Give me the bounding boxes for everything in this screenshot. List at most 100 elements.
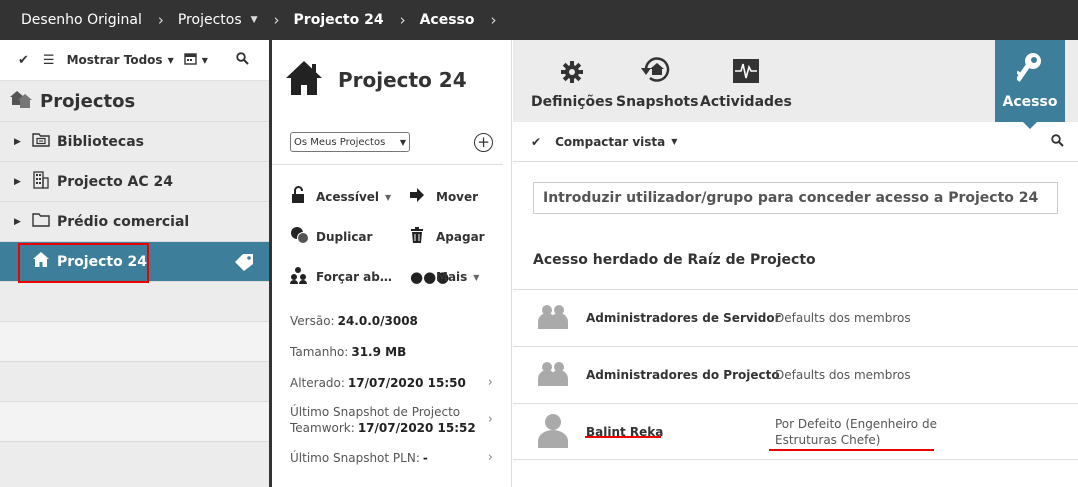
delete-button[interactable]: Apagar	[410, 217, 520, 257]
user-name-underline	[585, 436, 661, 438]
access-row-name: Administradores do Projecto	[586, 368, 780, 382]
user-role-underline	[769, 449, 934, 451]
activities-tab[interactable]: Actividades	[700, 40, 792, 122]
tree-item-label: Bibliotecas	[57, 133, 144, 150]
caret-down-icon: ▼	[671, 137, 678, 146]
caret-down-icon: ▼	[385, 192, 392, 202]
access-row-role[interactable]: Defaults dos membros	[775, 310, 911, 326]
access-row[interactable]: Balint Reka Por Defeito (Engenheiro de E…	[513, 403, 1078, 460]
add-button[interactable]: +	[474, 132, 493, 152]
info-last-pln-snapshot[interactable]: Último Snapshot PLN: - ›	[290, 442, 511, 473]
unlock-icon	[290, 186, 316, 208]
tree-empty-row	[0, 321, 269, 361]
projects-icon	[8, 88, 40, 115]
tree-title: Projectos	[0, 81, 269, 121]
chevron-right-icon: ›	[490, 11, 497, 29]
project-details-panel: Projecto 24 Os Meus Projectos ▼ + Acessí…	[272, 40, 512, 487]
group-icon	[537, 360, 569, 390]
tag-icon[interactable]	[234, 253, 261, 275]
breadcrumb-item-projectos[interactable]: Projectos	[178, 12, 242, 28]
expand-arrow-icon[interactable]: ▶	[14, 137, 32, 147]
tree-item-projecto-24[interactable]: Projecto 24	[0, 241, 269, 283]
caret-down-icon: ▼	[167, 55, 174, 65]
project-title: Projecto 24	[338, 68, 467, 92]
duplicate-icon	[290, 226, 316, 248]
tree-item-label: Projecto AC 24	[57, 173, 174, 190]
list-icon[interactable]: ☰	[43, 53, 55, 68]
chevron-right-icon: ›	[487, 450, 493, 465]
breadcrumb-item-access[interactable]: Acesso	[420, 12, 475, 28]
access-panel: Definições Snapshots Actividades Acesso …	[513, 40, 1078, 487]
caret-down-icon[interactable]: ▼	[251, 15, 258, 25]
force-open-button[interactable]: Forçar ab…	[290, 257, 410, 297]
info-changed[interactable]: Alterado: 17/07/2020 15:50 ›	[290, 367, 511, 398]
tree-empty-row	[0, 281, 269, 321]
tree-empty-row	[0, 401, 269, 441]
grant-access-input[interactable]: Introduzir utilizador/grupo para concede…	[533, 182, 1058, 214]
house-icon	[284, 58, 324, 102]
arrow-right-icon	[410, 188, 436, 206]
tree-item-label: Prédio comercial	[57, 213, 190, 230]
project-header: Projecto 24	[272, 40, 511, 120]
chevron-right-icon: ›	[273, 11, 280, 29]
tree-item-predio-comercial[interactable]: ▶ Prédio comercial	[0, 201, 269, 241]
breadcrumb-item-original[interactable]: Desenho Original	[21, 12, 142, 28]
access-row[interactable]: Administradores de Servidor Defaults dos…	[513, 289, 1078, 346]
group-icon	[537, 303, 569, 333]
tree-item-bibliotecas[interactable]: ▶ Bibliotecas	[0, 121, 269, 161]
users-icon	[290, 266, 316, 288]
access-row-role[interactable]: Por Defeito (Engenheiro de Estruturas Ch…	[775, 416, 937, 448]
section-title: Acesso herdado de Raíz de Projecto	[533, 252, 816, 268]
more-icon: ●●●	[410, 268, 450, 286]
project-scope-select[interactable]: Os Meus Projectos ▼	[290, 132, 410, 152]
expand-arrow-icon[interactable]: ▶	[14, 177, 32, 187]
highlight-box	[18, 243, 149, 283]
folder-icon	[32, 212, 57, 231]
tree-title-text: Projectos	[40, 90, 136, 112]
search-icon[interactable]	[1051, 134, 1064, 150]
chevron-right-icon: ›	[399, 11, 406, 29]
checkmark-icon[interactable]: ✔	[18, 53, 29, 68]
tree-item-projecto-ac-24[interactable]: ▶ Projecto AC 24	[0, 161, 269, 201]
info-last-snapshot[interactable]: Último Snapshot de Projecto Teamwork: 17/…	[290, 398, 511, 442]
info-version: Versão: 24.0.0/3008	[290, 313, 418, 328]
compact-view-dropdown[interactable]: Compactar vista	[555, 135, 665, 149]
checkmark-icon[interactable]: ✔	[531, 135, 541, 149]
calendar-icon[interactable]	[184, 52, 197, 68]
chevron-right-icon: ›	[157, 11, 164, 29]
activity-icon	[732, 58, 760, 94]
breadcrumb-item-project[interactable]: Projecto 24	[294, 12, 384, 28]
select-value: Os Meus Projectos	[294, 136, 386, 148]
library-folder-icon	[32, 132, 57, 151]
project-scope-row: Os Meus Projectos ▼ +	[272, 120, 503, 165]
access-row-role[interactable]: Defaults dos membros	[775, 367, 911, 383]
key-icon	[1015, 52, 1043, 94]
info-size: Tamanho: 31.9 MB	[290, 344, 407, 359]
caret-down-icon: ▼	[201, 55, 208, 65]
filter-dropdown[interactable]: Mostrar Todos	[67, 53, 163, 67]
snapshot-icon	[641, 56, 673, 94]
duplicate-button[interactable]: Duplicar	[290, 217, 410, 257]
settings-tab[interactable]: Definições	[531, 40, 613, 122]
input-placeholder: Introduzir utilizador/grupo para concede…	[543, 190, 1039, 206]
access-row[interactable]: Administradores do Projecto Defaults dos…	[513, 346, 1078, 403]
breadcrumb: Desenho Original › Projectos ▼ › Project…	[0, 0, 1078, 40]
accessible-button[interactable]: Acessível ▼	[290, 177, 410, 217]
search-icon[interactable]	[236, 52, 249, 68]
access-tab[interactable]: Acesso	[995, 40, 1065, 129]
project-info: Versão: 24.0.0/3008 Tamanho: 31.9 MB Alt…	[272, 305, 511, 473]
user-icon	[537, 412, 569, 452]
tree-toolbar: ✔ ☰ Mostrar Todos ▼ ▼	[0, 40, 269, 81]
project-actions: Acessível ▼ Mover Duplicar Apagar Forçar…	[272, 165, 511, 297]
gear-icon	[560, 60, 584, 94]
access-row-name: Administradores de Servidor	[586, 311, 781, 325]
tree-empty-row	[0, 441, 269, 481]
move-button[interactable]: Mover	[410, 177, 520, 217]
chevron-right-icon: ›	[487, 412, 493, 427]
expand-arrow-icon[interactable]: ▶	[14, 217, 32, 227]
project-tree-panel: ✔ ☰ Mostrar Todos ▼ ▼ Projectos ▶ Biblio…	[0, 40, 269, 487]
chevron-down-icon: ▼	[399, 137, 406, 147]
more-button[interactable]: ●●● Mais ▼	[410, 257, 520, 297]
trash-icon	[410, 227, 436, 247]
snapshots-tab[interactable]: Snapshots	[616, 40, 698, 122]
